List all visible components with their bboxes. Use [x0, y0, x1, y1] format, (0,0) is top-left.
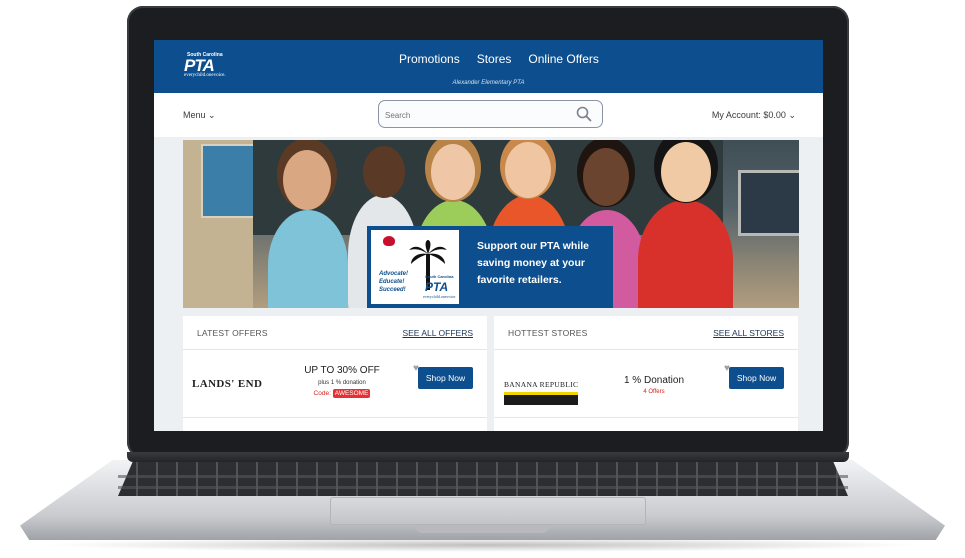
see-all-offers-link[interactable]: SEE ALL OFFERS [402, 328, 473, 338]
logo-tagline: everychild.onevoice. [184, 73, 226, 78]
store-details: 1 % Donation 4 Offers [614, 375, 694, 395]
child-face [431, 144, 475, 200]
account-label: My Account: $0.00 [711, 110, 786, 120]
laptop-keyboard [118, 462, 848, 496]
panel-title: LATEST OFFERS [197, 328, 268, 338]
panel-title: HOTTEST STORES [508, 328, 588, 338]
store-donation: 1 % Donation [623, 375, 685, 386]
nav-promotions[interactable]: Promotions [399, 52, 460, 66]
code-label: Code: [313, 390, 331, 397]
chevron-down-icon: ⌄ [208, 110, 216, 120]
shop-now-button[interactable]: Shop Now [418, 367, 473, 389]
menu-label: Menu [183, 110, 206, 120]
store-logo-thumbnail[interactable] [504, 392, 578, 405]
hero-pta-logo: Advocate! Educate! Succeed! South Caroli… [371, 230, 459, 304]
nav-stores[interactable]: Stores [477, 52, 512, 66]
bulletin-board [201, 144, 255, 218]
laptop-notch [415, 525, 550, 533]
shop-now-button[interactable]: Shop Now [729, 367, 784, 389]
hero-logo-name: PTA [425, 280, 449, 294]
hero-logo-tagline: everychild.onevoice. [423, 294, 457, 299]
computer-monitor [738, 170, 799, 236]
hottest-stores-panel: HOTTEST STORES SEE ALL STORES BANANA REP… [494, 316, 798, 431]
see-all-stores-link[interactable]: SEE ALL STORES [713, 328, 784, 338]
slogan-line: Educate! [379, 279, 405, 285]
coupon-code-badge[interactable]: AWESOME [332, 389, 371, 398]
site-header: South Carolina PTA everychild.onevoice. … [154, 40, 823, 93]
laptop-hinge [127, 452, 849, 462]
organization-name: Alexander Elementary PTA [452, 80, 525, 86]
brand-logo-banana-republic[interactable]: BANANA REPUBLIC [504, 380, 578, 389]
cardinal-icon [383, 236, 395, 246]
laptop-trackpad [330, 497, 646, 525]
panel-header: HOTTEST STORES SEE ALL STORES [494, 316, 798, 350]
child-face [583, 148, 629, 206]
offer-code: Code: AWESOME [293, 389, 391, 398]
offer-details: UP TO 30% OFF plus 1 % donation Code: AW… [293, 365, 391, 398]
offer-donation: plus 1 % donation [318, 380, 366, 386]
hero-banner: Advocate! Educate! Succeed! South Caroli… [183, 140, 799, 308]
nav-online-offers[interactable]: Online Offers [528, 52, 598, 66]
store-offers-count[interactable]: 4 Offers [614, 389, 694, 395]
slogan-line: Succeed! [379, 287, 406, 293]
keyboard-row-divider [118, 486, 848, 489]
chevron-down-icon: ⌄ [788, 110, 796, 120]
panel-header: LATEST OFFERS SEE ALL OFFERS [183, 316, 487, 350]
child-face [661, 142, 711, 202]
slogan-line: Advocate! [379, 271, 409, 277]
account-dropdown[interactable]: My Account: $0.00 ⌄ [712, 110, 796, 121]
menu-dropdown[interactable]: Menu ⌄ [183, 110, 216, 121]
offer-headline: UP TO 30% OFF [304, 365, 380, 376]
store-row: BANANA REPUBLIC 1 % Donation 4 Offers ♥ … [494, 350, 798, 418]
main-nav: Promotions Stores Online Offers [399, 52, 599, 66]
laptop-shadow [40, 538, 925, 552]
toolbar: Menu ⌄ My Account: $0.00 ⌄ [154, 93, 823, 137]
pta-logo[interactable]: South Carolina PTA everychild.onevoice. [184, 52, 226, 78]
laptop-screen: South Carolina PTA everychild.onevoice. … [154, 40, 823, 431]
child-face [505, 142, 551, 198]
search-input[interactable] [383, 101, 557, 129]
hero-logo-state: South Carolina [425, 274, 454, 279]
hero-logo-slogan: Advocate! Educate! Succeed! [379, 270, 408, 294]
latest-offers-panel: LATEST OFFERS SEE ALL OFFERS LANDS' END … [183, 316, 487, 431]
keyboard-row-divider [118, 475, 848, 478]
child-figure [638, 200, 733, 308]
search-box [378, 100, 603, 129]
logo-name: PTA [184, 56, 215, 75]
search-icon[interactable] [576, 106, 592, 127]
offer-row: LANDS' END UP TO 30% OFF plus 1 % donati… [183, 350, 487, 418]
hero-promo-box: Advocate! Educate! Succeed! South Caroli… [367, 226, 613, 308]
brand-logo-lands-end[interactable]: LANDS' END [192, 378, 262, 390]
child-face [363, 146, 405, 198]
hero-message: Support our PTA while saving money at yo… [477, 240, 589, 286]
child-face [283, 150, 331, 210]
